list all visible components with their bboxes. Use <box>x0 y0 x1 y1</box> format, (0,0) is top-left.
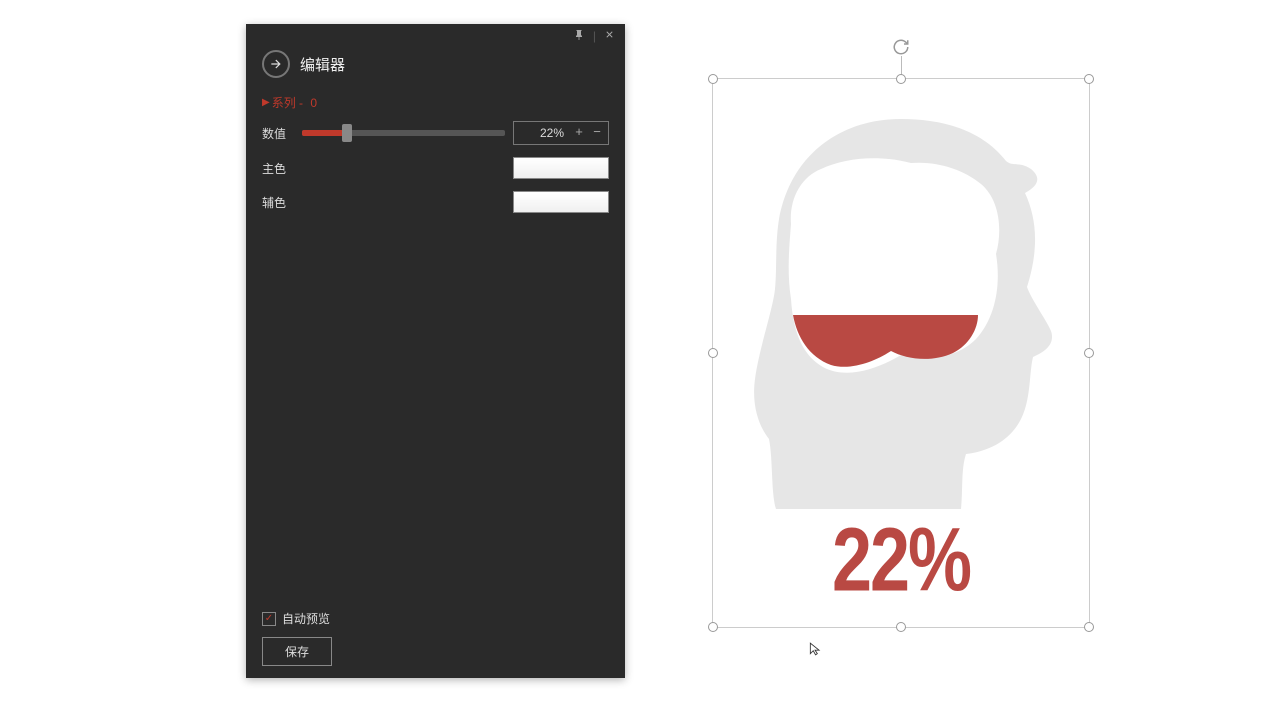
aux-color-row: 辅色 <box>246 185 625 219</box>
arrow-right-icon[interactable] <box>262 50 290 78</box>
series-selector[interactable]: ▶ 系列 - 0 <box>246 88 625 115</box>
check-icon: ✓ <box>265 614 273 624</box>
value-row: 数值 22% + − <box>246 115 625 151</box>
close-icon[interactable] <box>604 29 615 43</box>
divider-icon: | <box>593 29 596 43</box>
chevron-right-icon: ▶ <box>262 97 270 108</box>
main-color-swatch[interactable] <box>513 157 609 179</box>
main-color-label: 主色 <box>262 160 294 177</box>
panel-titlebar: | <box>246 24 625 40</box>
auto-preview-label: 自动预览 <box>282 610 330 627</box>
auto-preview-row: ✓ 自动预览 <box>262 610 609 627</box>
slider-fill <box>302 130 347 136</box>
series-prefix: 系列 - <box>272 94 303 111</box>
panel-title: 编辑器 <box>300 54 345 75</box>
panel-header: 编辑器 <box>246 40 625 88</box>
value-input-box: 22% + − <box>513 121 609 145</box>
value-increment-button[interactable]: + <box>572 126 586 140</box>
aux-color-swatch[interactable] <box>513 191 609 213</box>
series-index: 0 <box>310 96 317 110</box>
editor-panel: | 编辑器 ▶ 系列 - 0 数值 22% + − 主色 辅色 <box>246 24 625 678</box>
head-brain-icon <box>731 99 1071 519</box>
percent-display: 22% <box>832 509 970 612</box>
cursor-icon <box>808 640 822 663</box>
value-slider[interactable] <box>302 130 505 136</box>
auto-preview-checkbox[interactable]: ✓ <box>262 612 276 626</box>
slider-thumb[interactable] <box>342 124 352 142</box>
canvas-area: 22% <box>712 38 1090 638</box>
aux-color-label: 辅色 <box>262 194 294 211</box>
selection-box[interactable]: 22% <box>712 78 1090 628</box>
panel-footer: ✓ 自动预览 保存 <box>262 610 609 666</box>
value-text[interactable]: 22% <box>518 126 568 140</box>
value-decrement-button[interactable]: − <box>590 126 604 140</box>
save-button[interactable]: 保存 <box>262 637 332 666</box>
main-color-row: 主色 <box>246 151 625 185</box>
value-label: 数值 <box>262 125 294 142</box>
pin-icon[interactable] <box>573 29 585 44</box>
infographic: 22% <box>713 79 1089 627</box>
